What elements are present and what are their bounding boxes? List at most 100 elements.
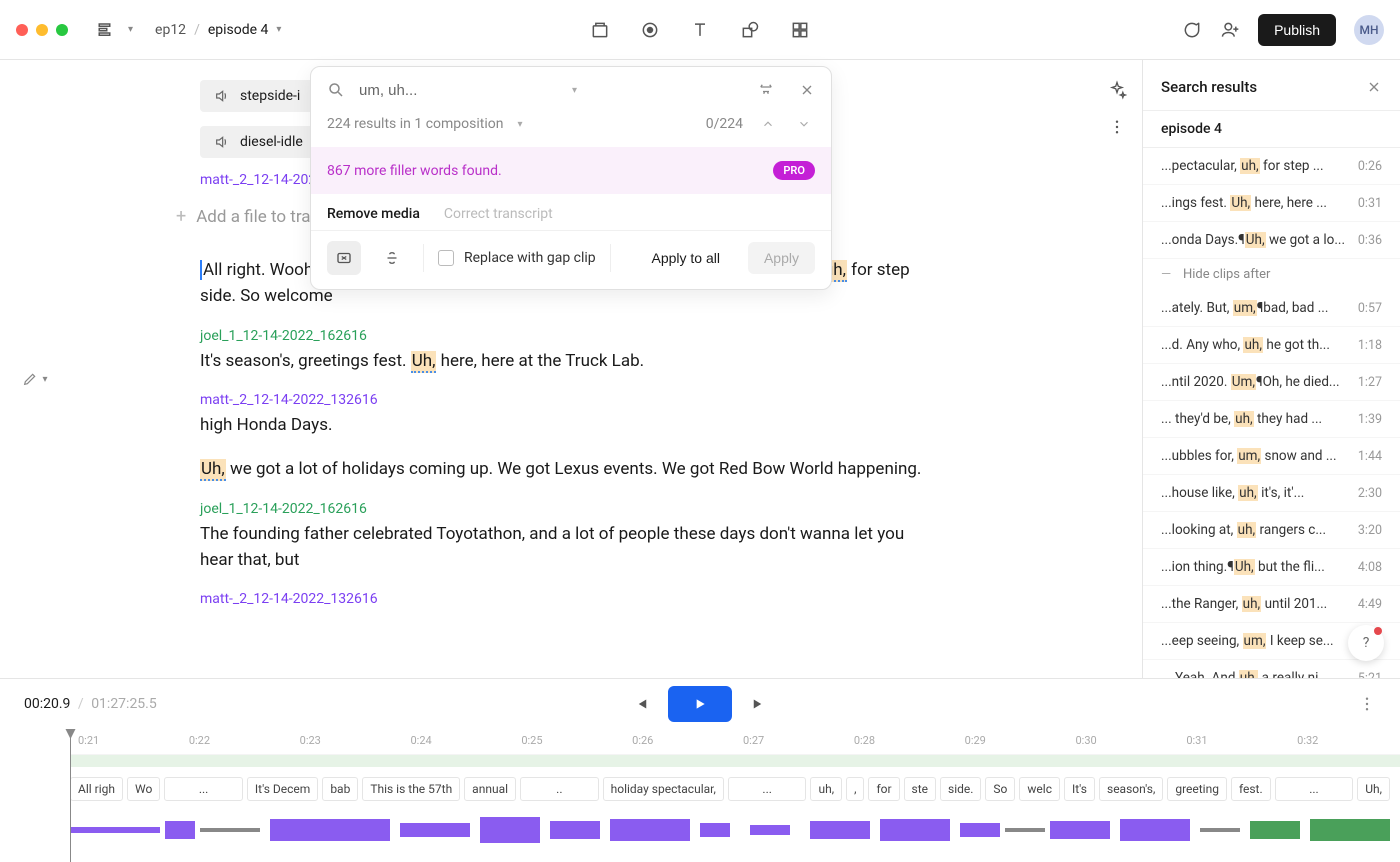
delete-icon[interactable] bbox=[327, 241, 361, 275]
search-result-item[interactable]: ...ion thing.¶Uh, but the fli...4:08 bbox=[1143, 549, 1400, 586]
ruler-tick: 0:31 bbox=[1186, 734, 1207, 747]
chevron-down-icon[interactable]: ▾ bbox=[572, 85, 577, 96]
speaker-label[interactable]: joel_1_12-14-2022_162616 bbox=[200, 501, 932, 517]
gap-clip-checkbox[interactable]: Replace with gap clip bbox=[438, 250, 596, 266]
record-icon[interactable] bbox=[639, 19, 661, 41]
transcript-paragraph[interactable]: It's season's, greetings fest. Uh, here,… bbox=[200, 348, 932, 374]
word-chip[interactable]: Uh, bbox=[1357, 777, 1390, 801]
word-chip[interactable]: So bbox=[985, 777, 1015, 801]
toolbar-center bbox=[589, 19, 811, 41]
timeline-ruler[interactable]: 0:210:220:230:240:250:260:270:280:290:30… bbox=[70, 729, 1400, 755]
result-snippet: ...the Ranger, uh, until 201... bbox=[1161, 596, 1350, 612]
templates-icon[interactable] bbox=[789, 19, 811, 41]
chevron-down-icon[interactable]: ▾ bbox=[128, 24, 133, 35]
word-chip[interactable]: All righ bbox=[70, 777, 123, 801]
pro-banner[interactable]: 867 more filler words found. PRO bbox=[311, 147, 831, 194]
transcript-paragraph[interactable]: high Honda Days. bbox=[200, 412, 932, 438]
search-result-item[interactable]: ...house like, uh, it's, it'...2:30 bbox=[1143, 475, 1400, 512]
word-track[interactable]: All righWo...It's DecembabThis is the 57… bbox=[70, 773, 1400, 805]
word-chip[interactable]: ste bbox=[904, 777, 936, 801]
search-result-item[interactable]: ... they'd be, uh, they had ...1:39 bbox=[1143, 401, 1400, 438]
speaker-label[interactable]: joel_1_12-14-2022_162616 bbox=[200, 328, 932, 344]
sidebar-section[interactable]: episode 4 bbox=[1143, 110, 1400, 148]
more-vertical-icon[interactable] bbox=[1358, 695, 1376, 713]
next-result-icon[interactable] bbox=[793, 113, 815, 135]
search-result-item[interactable]: ...ntil 2020. Um,¶Oh, he died...1:27 bbox=[1143, 364, 1400, 401]
transport-controls bbox=[632, 686, 768, 722]
speaker-label[interactable]: matt-_2_12-14-2022_132616 bbox=[200, 392, 932, 408]
transcript-paragraph[interactable]: The founding father celebrated Toyotatho… bbox=[200, 521, 932, 574]
publish-button[interactable]: Publish bbox=[1258, 14, 1336, 46]
add-user-icon[interactable] bbox=[1220, 20, 1240, 40]
word-chip[interactable]: fest. bbox=[1231, 777, 1271, 801]
word-chip[interactable]: , bbox=[846, 777, 864, 801]
result-snippet: ...ings fest. Uh, here, here ... bbox=[1161, 195, 1350, 211]
checkbox-icon[interactable] bbox=[438, 250, 454, 266]
playhead[interactable] bbox=[70, 729, 71, 862]
search-result-item[interactable]: ...ings fest. Uh, here, here ...0:31 bbox=[1143, 185, 1400, 222]
prev-result-icon[interactable] bbox=[757, 113, 779, 135]
word-chip[interactable]: greeting bbox=[1167, 777, 1227, 801]
text-icon[interactable] bbox=[689, 19, 711, 41]
strikethrough-icon[interactable] bbox=[375, 241, 409, 275]
word-chip[interactable]: ... bbox=[728, 777, 807, 801]
word-chip[interactable]: for bbox=[868, 777, 899, 801]
word-chip[interactable]: ... bbox=[164, 777, 243, 801]
word-chip[interactable]: season's, bbox=[1099, 777, 1163, 801]
search-result-item[interactable]: ...the Ranger, uh, until 201...4:49 bbox=[1143, 586, 1400, 623]
search-result-item[interactable]: ...d. Any who, uh, he got th...1:18 bbox=[1143, 327, 1400, 364]
word-chip[interactable]: Wo bbox=[127, 777, 160, 801]
minimize-window-icon[interactable] bbox=[36, 24, 48, 36]
more-vertical-icon[interactable] bbox=[1108, 118, 1126, 136]
apply-all-button[interactable]: Apply to all bbox=[651, 250, 719, 266]
word-chip[interactable]: uh, bbox=[810, 777, 842, 801]
filter-icon[interactable] bbox=[757, 81, 775, 99]
word-chip[interactable]: This is the 57th bbox=[362, 777, 460, 801]
search-result-item[interactable]: ...pectacular, uh, for step ...0:26 bbox=[1143, 148, 1400, 185]
close-icon[interactable] bbox=[1366, 79, 1382, 95]
search-result-item[interactable]: ...looking at, uh, rangers c...3:20 bbox=[1143, 512, 1400, 549]
waveform-track[interactable] bbox=[70, 809, 1400, 851]
search-result-item[interactable]: ...onda Days.¶Uh, we got a lo...0:36 bbox=[1143, 222, 1400, 259]
chevron-down-icon[interactable]: ▾ bbox=[517, 119, 522, 130]
search-input[interactable] bbox=[359, 82, 558, 99]
chevron-down-icon[interactable]: ▾ bbox=[276, 24, 281, 35]
word-chip[interactable]: It's Decem bbox=[247, 777, 318, 801]
shapes-icon[interactable] bbox=[739, 19, 761, 41]
hide-clips-toggle[interactable]: —Hide clips after bbox=[1143, 259, 1400, 290]
avatar[interactable]: MH bbox=[1354, 15, 1384, 45]
word-chip[interactable]: It's bbox=[1064, 777, 1095, 801]
comment-icon[interactable] bbox=[1182, 20, 1202, 40]
transcript-paragraph[interactable]: Uh, we got a lot of holidays coming up. … bbox=[200, 456, 932, 482]
skip-back-icon[interactable] bbox=[632, 695, 650, 713]
filler-highlight[interactable]: Uh, bbox=[200, 459, 226, 481]
apply-button[interactable]: Apply bbox=[748, 242, 815, 274]
word-chip[interactable]: annual bbox=[464, 777, 516, 801]
word-chip[interactable]: side. bbox=[940, 777, 981, 801]
speaker-label[interactable]: matt-_2_12-14-2022_132616 bbox=[200, 591, 932, 607]
play-button[interactable] bbox=[668, 686, 732, 722]
word-chip[interactable]: .. bbox=[520, 777, 599, 801]
edit-mode-icon[interactable]: ▾ bbox=[22, 80, 47, 678]
word-chip[interactable]: holiday spectacular, bbox=[603, 777, 724, 801]
tab-correct-transcript[interactable]: Correct transcript bbox=[444, 206, 553, 222]
word-chip[interactable]: bab bbox=[322, 777, 358, 801]
maximize-window-icon[interactable] bbox=[56, 24, 68, 36]
sparkle-icon[interactable] bbox=[1107, 80, 1127, 100]
search-result-item[interactable]: ...ubbles for, um, snow and ...1:44 bbox=[1143, 438, 1400, 475]
close-window-icon[interactable] bbox=[16, 24, 28, 36]
media-library-icon[interactable] bbox=[589, 19, 611, 41]
breadcrumb-project[interactable]: ep12 bbox=[155, 22, 186, 38]
word-chip[interactable]: welc bbox=[1019, 777, 1060, 801]
project-menu-icon[interactable] bbox=[96, 20, 116, 40]
search-result-item[interactable]: ...ately. But, um,¶bad, bad ...0:57 bbox=[1143, 290, 1400, 327]
filler-highlight[interactable]: Uh, bbox=[411, 351, 437, 373]
timeline[interactable]: 0:210:220:230:240:250:260:270:280:290:30… bbox=[0, 729, 1400, 862]
close-icon[interactable] bbox=[799, 82, 815, 98]
help-button[interactable]: ? bbox=[1348, 625, 1384, 661]
tab-remove-media[interactable]: Remove media bbox=[327, 206, 420, 222]
skip-forward-icon[interactable] bbox=[750, 695, 768, 713]
breadcrumb-composition[interactable]: episode 4 bbox=[208, 22, 269, 38]
search-result-item[interactable]: ... Yeah. And uh, a really ni...5:21 bbox=[1143, 660, 1400, 678]
word-chip[interactable]: ... bbox=[1275, 777, 1354, 801]
